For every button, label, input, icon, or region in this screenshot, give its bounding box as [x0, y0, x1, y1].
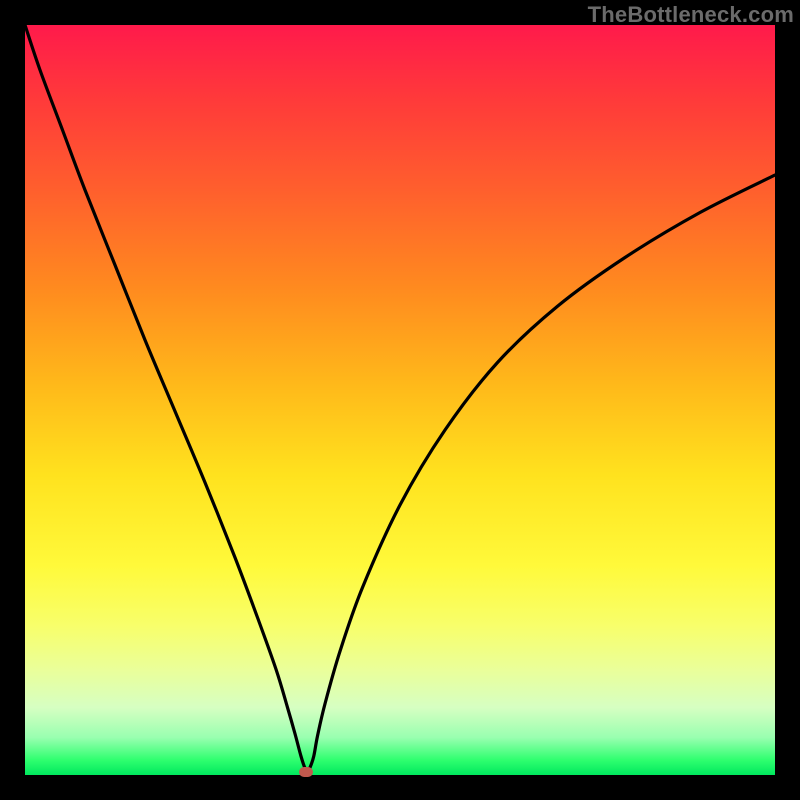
chart-frame: TheBottleneck.com [0, 0, 800, 800]
curve-svg [25, 25, 775, 775]
bottleneck-curve-path [25, 25, 775, 771]
plot-area [25, 25, 775, 775]
optimum-marker [299, 767, 313, 777]
watermark-text: TheBottleneck.com [588, 2, 794, 28]
